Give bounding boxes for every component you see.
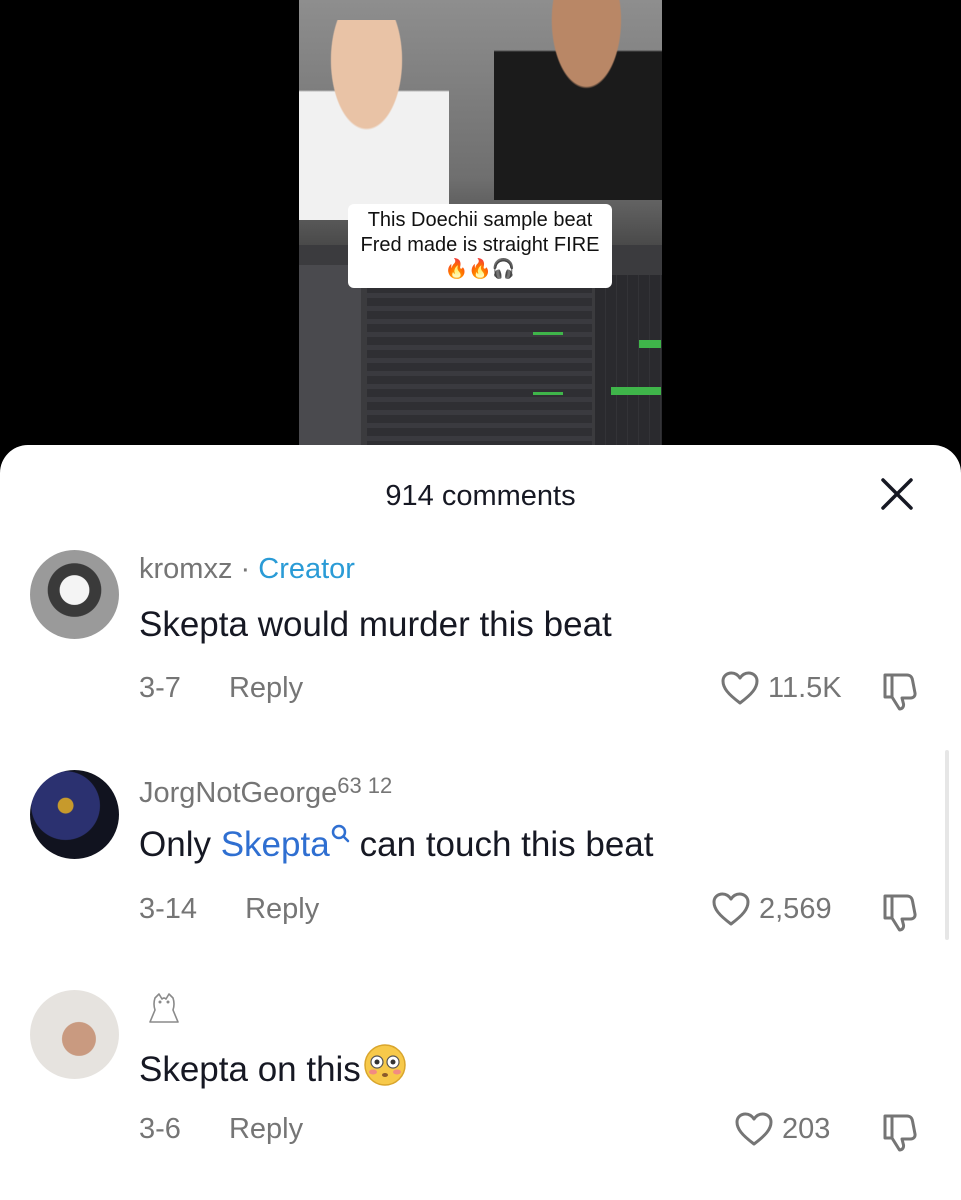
daw-region	[639, 340, 661, 348]
reply-button[interactable]: Reply	[229, 1113, 303, 1146]
like-count: 203	[782, 1112, 831, 1145]
daw-track-list	[367, 285, 592, 445]
comments-count-title: 914 comments	[385, 480, 576, 512]
avatar[interactable]	[30, 550, 119, 639]
heart-icon	[735, 1112, 773, 1146]
video-person-right	[494, 0, 662, 200]
heart-icon	[721, 671, 759, 705]
reply-button[interactable]: Reply	[229, 672, 303, 705]
comment-date: 3-7	[139, 672, 181, 704]
daw-region	[611, 387, 661, 395]
comment-username[interactable]: JorgNotGeorge	[139, 777, 337, 809]
dislike-icon[interactable]	[877, 1110, 921, 1154]
comment-text-part: Skepta on this	[139, 1049, 361, 1089]
daw-sidebar	[299, 265, 361, 445]
dislike-icon[interactable]	[877, 890, 921, 934]
comment-username-line: kromxz · Creator	[139, 553, 355, 586]
comment-date: 3-14	[139, 893, 198, 925]
comment-date: 3-6	[139, 1113, 181, 1145]
daw-volume-bar	[533, 392, 563, 395]
owl-icon[interactable]	[145, 990, 183, 1028]
comment-meta: 3-14 Reply	[139, 893, 319, 926]
comment-text: Only Skepta can touch this beat	[139, 823, 654, 865]
comment-text-part: can touch this beat	[359, 825, 654, 864]
caption-emoji: 🔥🔥🎧	[444, 258, 516, 280]
dislike-icon[interactable]	[877, 669, 921, 713]
separator-dot: ·	[240, 553, 251, 585]
scrollbar[interactable]	[945, 750, 949, 940]
video-person-left	[299, 20, 449, 220]
comment-text: Skepta would murder this beat	[139, 605, 612, 644]
reply-button[interactable]: Reply	[245, 893, 319, 926]
comments-sheet: 914 comments kromxz · Creator Skepta wou…	[0, 445, 961, 1200]
like-count: 2,569	[759, 892, 832, 925]
like-button[interactable]: 11.5K	[720, 670, 842, 706]
search-link-skepta[interactable]: Skepta	[221, 825, 330, 864]
video-caption: This Doechii sample beat Fred made is st…	[348, 204, 612, 288]
flushed-emoji	[363, 1043, 407, 1096]
username-superscript: 12	[367, 773, 393, 798]
creator-badge: Creator	[258, 553, 355, 585]
like-count: 11.5K	[768, 671, 842, 704]
caption-line-2: Fred made is straight FIRE	[360, 234, 600, 256]
comment-meta: 3-7 Reply	[139, 672, 303, 705]
avatar[interactable]	[30, 770, 119, 859]
daw-volume-bar	[533, 332, 563, 335]
comment-meta: 3-6 Reply	[139, 1113, 303, 1146]
close-icon[interactable]	[878, 475, 916, 513]
flushed-face-icon	[364, 1044, 406, 1086]
daw-timeline	[595, 275, 662, 445]
avatar[interactable]	[30, 990, 119, 1079]
comment-username[interactable]: kromxz	[139, 553, 232, 585]
comment-text-part: Only	[139, 825, 221, 864]
like-button[interactable]: 203	[734, 1111, 830, 1147]
username-superscript: 63	[337, 773, 362, 798]
comment-username-line: JorgNotGeorge63 12	[139, 773, 392, 810]
caption-line-1: This Doechii sample beat	[367, 209, 593, 231]
search-icon[interactable]	[330, 823, 350, 845]
like-button[interactable]: 2,569	[711, 891, 832, 927]
heart-icon	[712, 892, 750, 926]
comment-text: Skepta on this	[139, 1043, 407, 1098]
